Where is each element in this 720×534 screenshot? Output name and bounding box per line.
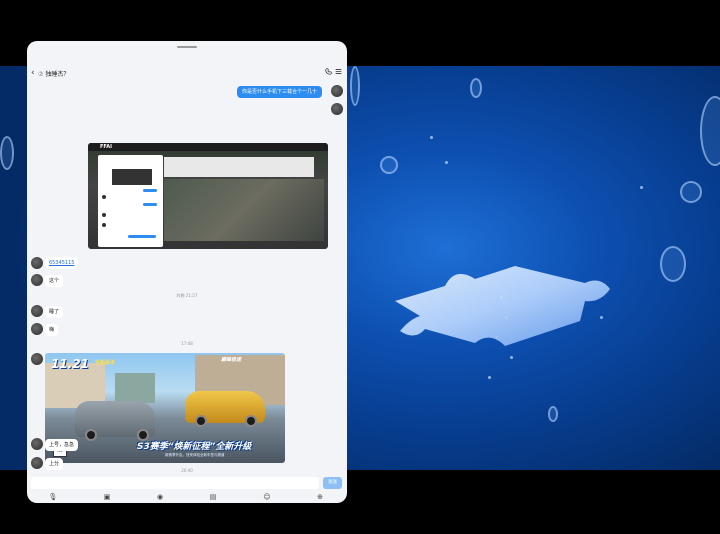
contact-avatar[interactable] — [31, 257, 43, 269]
contact-avatar[interactable] — [31, 457, 43, 469]
screenshot-topbar: FFAI — [88, 143, 328, 151]
chat-toolbar: 🎙 ▣ ◉ ▤ ☺ ⊕ — [27, 491, 347, 503]
screenshot-chat-window — [98, 155, 163, 247]
contact-avatar[interactable] — [31, 438, 43, 450]
chat-title-text: 独睡杰？ — [45, 71, 70, 78]
banner-date-sub: 全新版本 — [95, 360, 116, 366]
screenshot-toolbar-area — [164, 157, 314, 177]
back-icon[interactable]: ‹ — [31, 68, 35, 78]
header-tag: ⑦ — [38, 71, 44, 78]
screenshot-app-logo: FFAI — [100, 144, 112, 150]
incoming-message[interactable]: 睡了 — [45, 306, 64, 318]
timestamp: 20:40 — [181, 468, 193, 473]
my-avatar[interactable] — [331, 85, 343, 97]
contact-avatar[interactable] — [31, 274, 43, 286]
message-list[interactable]: 你是否什么手机下三载合个一几十 FFAI 65345115 这个 昨晚 21:5… — [27, 81, 347, 476]
incoming-message[interactable]: 65345115 — [45, 257, 79, 269]
screenshot-image-message[interactable]: FFAI — [88, 143, 328, 249]
game-banner-image-message[interactable]: 11.21 全新版本 巅峰极速 S3赛季“焕新征程”全新升级 新赛季开启，快来体… — [45, 353, 285, 463]
send-button[interactable]: 发送 — [323, 477, 342, 489]
screenshot-blurred-area — [164, 179, 324, 241]
plus-icon[interactable]: ⊕ — [314, 491, 326, 503]
incoming-message[interactable]: 上分 — [45, 458, 64, 470]
chat-header: ‹ ⑦ 独睡杰？ — [27, 67, 347, 81]
microphone-icon[interactable]: 🎙 — [47, 491, 59, 503]
file-icon[interactable]: ▤ — [207, 491, 219, 503]
my-avatar[interactable] — [331, 103, 343, 115]
desktop: ‹ ⑦ 独睡杰？ 你是否什么手机下三载合个一几十 FFAI 65345115 这… — [0, 0, 720, 534]
puzzle-piece-graphic — [395, 266, 610, 346]
timestamp: 17:48 — [181, 341, 193, 346]
image-icon[interactable]: ▣ — [101, 491, 113, 503]
contact-avatar[interactable] — [31, 353, 43, 365]
contact-avatar[interactable] — [31, 305, 43, 317]
banner-date: 11.21 — [51, 357, 89, 371]
chat-title: ⑦ 独睡杰？ — [38, 69, 69, 78]
timestamp: 昨晚 21:57 — [176, 293, 198, 298]
emoji-icon[interactable]: ☺ — [261, 491, 273, 503]
chat-panel: ‹ ⑦ 独睡杰？ 你是否什么手机下三载合个一几十 FFAI 65345115 这… — [27, 41, 347, 503]
incoming-message[interactable]: 上号，急急 — [45, 439, 79, 451]
banner-title: S3赛季“焕新征程”全新升级 — [137, 442, 252, 452]
message-link[interactable]: 65345115 — [49, 260, 74, 266]
banner-subtitle: 新赛季开启，快来体验全新车型与赛道 — [165, 453, 225, 457]
outgoing-message[interactable]: 你是否什么手机下三载合个一几十 — [237, 86, 323, 98]
camera-icon[interactable]: ◉ — [154, 491, 166, 503]
phone-icon[interactable] — [325, 68, 332, 77]
composer: 发送 — [27, 476, 347, 490]
game-logo: 巅峰极速 — [221, 357, 242, 363]
menu-icon[interactable] — [335, 68, 342, 77]
incoming-message[interactable]: 嗨 — [45, 324, 59, 336]
message-input[interactable] — [31, 477, 319, 489]
drag-handle[interactable] — [177, 46, 197, 48]
contact-avatar[interactable] — [31, 323, 43, 335]
incoming-message[interactable]: 这个 — [45, 275, 64, 287]
